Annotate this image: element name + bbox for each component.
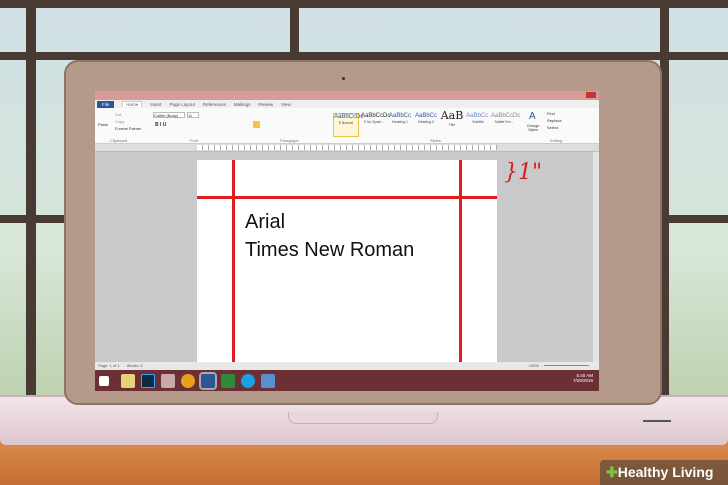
- tab-mailings[interactable]: Mailings: [234, 102, 251, 107]
- style-preview: AaBbCc.: [466, 113, 490, 119]
- tab-view[interactable]: View: [281, 102, 291, 107]
- editing-label: Editing: [550, 138, 563, 143]
- zoom-level: 100%: [528, 363, 539, 368]
- styles-label: Styles: [430, 138, 441, 143]
- window-frame: [0, 215, 70, 223]
- top-margin-line: [197, 196, 497, 199]
- close-button[interactable]: [586, 92, 596, 98]
- window-frame: [0, 52, 728, 60]
- left-margin-line: [232, 160, 235, 362]
- tab-page-layout[interactable]: Page Layout: [170, 102, 195, 107]
- title-bar: [95, 91, 599, 100]
- select-button[interactable]: Select: [547, 125, 558, 130]
- right-margin-line: [459, 160, 462, 362]
- laptop-notch: [288, 412, 438, 424]
- style-preview: AaBbCc: [388, 113, 411, 119]
- logo-text: Healthy Living: [617, 464, 714, 480]
- style-subtle-emphasis[interactable]: AaBbCcDc Subtle Em...: [491, 113, 521, 125]
- file-explorer-icon[interactable]: [121, 373, 135, 388]
- status-bar: Page: 1 of 1 Words: 0 100%: [95, 362, 599, 370]
- style-subtitle[interactable]: AaBbCc. Subtitle: [465, 113, 491, 125]
- style-name: Heading 2: [418, 120, 434, 124]
- change-styles-icon: A: [529, 111, 536, 122]
- healthy-living-logo: ✚Healthy Living: [600, 460, 728, 485]
- change-styles-button[interactable]: Change Styles: [525, 124, 541, 132]
- tab-references[interactable]: References: [203, 102, 226, 107]
- window-frame: [660, 215, 728, 223]
- clock-date: 7/29/2016: [572, 378, 593, 383]
- style-name: Title: [448, 123, 456, 127]
- tab-file[interactable]: File: [97, 100, 115, 108]
- style-no-spacing[interactable]: AaBbCcDc ¶ No Spaci...: [361, 113, 391, 125]
- font-label: Font: [190, 138, 199, 143]
- style-preview: AaB: [440, 109, 464, 122]
- clock[interactable]: 5:40 AM 7/29/2016: [573, 373, 593, 383]
- style-name: ¶ No Spaci...: [364, 120, 384, 124]
- font-size-select[interactable]: 11: [187, 112, 199, 118]
- excel-icon[interactable]: [221, 373, 235, 388]
- ruler-ticks: [197, 145, 497, 150]
- format-painter-button[interactable]: Format Painter: [115, 126, 141, 131]
- style-preview: AaBbCcDc: [361, 113, 391, 119]
- tab-home[interactable]: Home: [122, 101, 143, 107]
- style-heading-1[interactable]: AaBbCc Heading 1: [387, 113, 413, 125]
- style-heading-2[interactable]: AaBbCc Heading 2: [413, 113, 439, 125]
- word-count: Words: 0: [126, 363, 143, 368]
- style-name: Subtle Em...: [494, 120, 514, 124]
- photoshop-icon[interactable]: [141, 373, 155, 388]
- copy-button[interactable]: Copy: [115, 119, 124, 124]
- style-preview: AaBbCc: [414, 113, 437, 119]
- window-frame: [26, 0, 36, 420]
- vertical-scrollbar[interactable]: [593, 152, 599, 362]
- page-count: Page: 1 of 1: [98, 363, 120, 368]
- plus-icon: ✚: [606, 464, 618, 480]
- tab-review[interactable]: Review: [258, 102, 273, 107]
- style-preview: AaBbCcDc: [491, 113, 521, 119]
- photos-icon[interactable]: [261, 373, 275, 388]
- start-icon[interactable]: [99, 375, 109, 386]
- skype-icon[interactable]: [241, 373, 255, 388]
- document-text: Arial Times New Roman: [245, 208, 414, 264]
- align-left-button[interactable]: [253, 121, 260, 128]
- font-name-select[interactable]: Calibri (Body): [153, 112, 185, 118]
- clipboard-label: Clipboard: [110, 138, 128, 143]
- style-preview: AaBbCcDc: [334, 114, 364, 120]
- replace-button[interactable]: Replace: [547, 118, 562, 123]
- chrome-icon[interactable]: [181, 373, 195, 388]
- text-line-times: Times New Roman: [245, 239, 415, 261]
- paste-button[interactable]: Paste: [98, 122, 108, 127]
- ruler: [95, 144, 599, 152]
- style-name: Heading 1: [392, 120, 408, 124]
- cut-button[interactable]: Cut: [115, 112, 121, 117]
- style-name: Subtitle: [472, 120, 484, 124]
- webcam: [342, 77, 345, 80]
- zoom-slider[interactable]: [544, 365, 589, 366]
- window-frame: [0, 0, 728, 8]
- tab-insert[interactable]: Insert: [150, 102, 161, 107]
- app-icon[interactable]: [161, 373, 175, 388]
- style-title[interactable]: AaB Title: [439, 109, 465, 128]
- ribbon: Paste Cut Copy Format Painter Clipboard …: [95, 108, 599, 144]
- paragraph-label: Paragraph: [280, 138, 299, 143]
- bold-button[interactable]: B I U: [155, 122, 166, 128]
- taskbar: 5:40 AM 7/29/2016: [95, 370, 599, 391]
- style-normal[interactable]: AaBbCcDc ¶ Normal: [333, 113, 364, 137]
- laptop-slot: [643, 420, 671, 422]
- find-button[interactable]: Find: [547, 111, 555, 116]
- style-name: ¶ Normal: [338, 121, 354, 125]
- one-inch-annotation: }1": [504, 160, 543, 185]
- ribbon-tabs: File Home Insert Page Layout References …: [95, 100, 599, 108]
- text-line-arial: Arial: [245, 211, 286, 233]
- word-icon[interactable]: [199, 371, 217, 390]
